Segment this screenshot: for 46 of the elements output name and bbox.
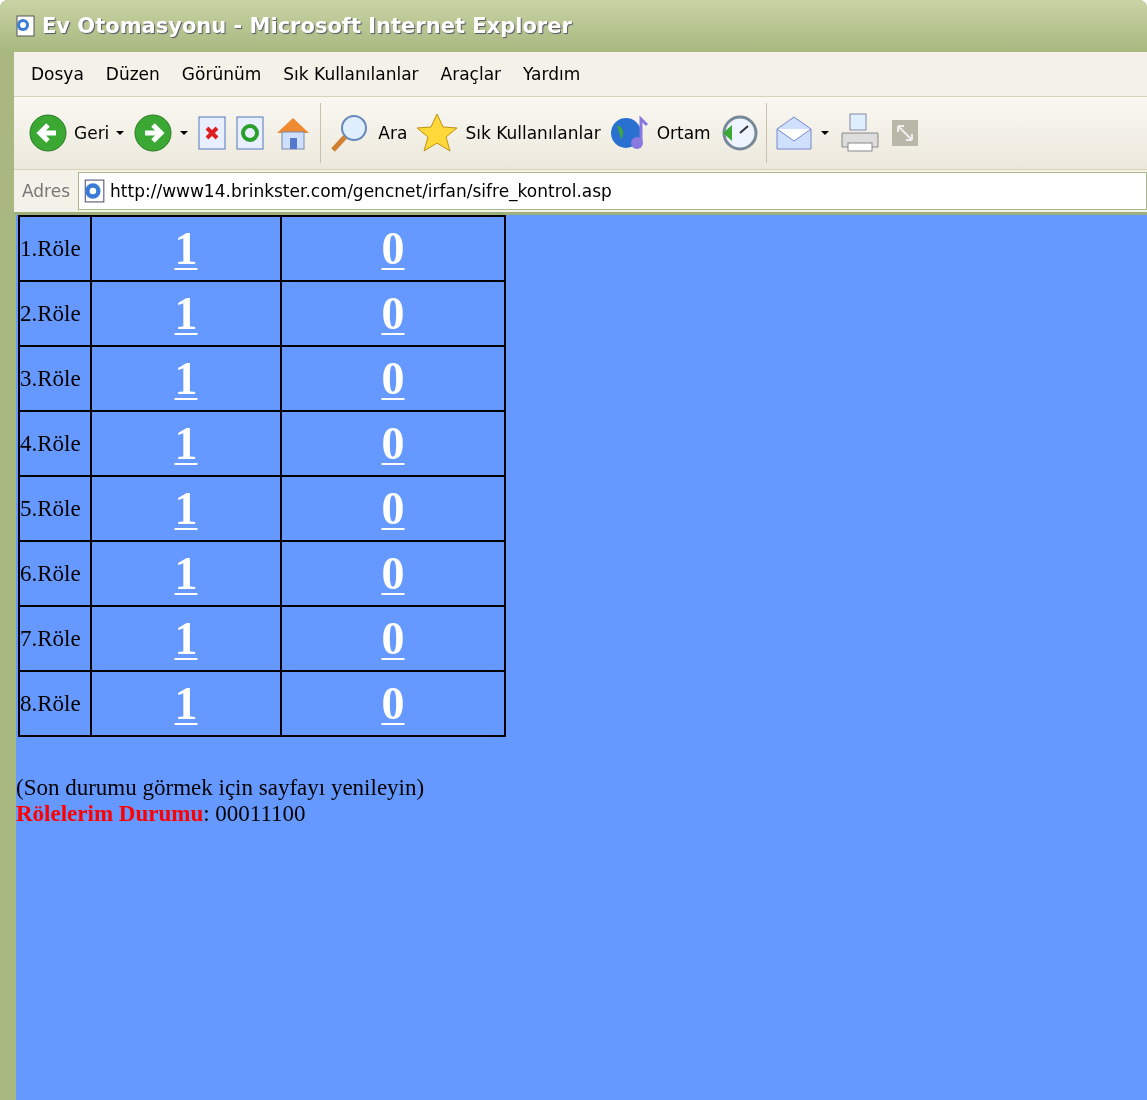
menu-item[interactable]: Düzen <box>94 64 171 84</box>
caret-icon <box>115 130 126 136</box>
menu-item[interactable]: Sık Kullanılanlar <box>272 64 430 84</box>
menu-item[interactable]: Yardım <box>512 64 592 84</box>
relay-name: 3.Röle <box>19 346 91 411</box>
on-link[interactable]: 1 <box>174 288 198 339</box>
favorites-button[interactable]: Sık Kullanılanlar <box>411 112 605 154</box>
caret-icon <box>179 130 190 136</box>
off-link[interactable]: 0 <box>381 548 405 599</box>
address-label: Adres <box>21 181 72 201</box>
on-link[interactable]: 1 <box>174 223 198 274</box>
relay-name: 6.Röle <box>19 541 91 606</box>
refresh-note: (Son durumu görmek için sayfayı yenileyin) <box>16 775 426 801</box>
relay-name: 8.Röle <box>19 671 91 736</box>
on-link[interactable]: 1 <box>174 353 198 404</box>
back-button[interactable]: Geri <box>24 113 130 153</box>
relay-name: 5.Röle <box>19 476 91 541</box>
menu-item[interactable]: Dosya <box>20 64 95 84</box>
off-link[interactable]: 0 <box>381 223 405 274</box>
relay-name: 1.Röle <box>19 216 91 281</box>
off-link[interactable]: 0 <box>381 288 405 339</box>
page-icon <box>82 179 107 203</box>
relay-name: 7.Röle <box>19 606 91 671</box>
menu-item[interactable]: Görünüm <box>170 64 273 84</box>
status-value: : 00011100 <box>203 801 306 826</box>
off-link[interactable]: 0 <box>381 483 405 534</box>
on-link[interactable]: 1 <box>174 613 198 664</box>
on-link[interactable]: 1 <box>174 678 198 729</box>
on-link[interactable]: 1 <box>174 418 198 469</box>
caret-icon <box>819 130 830 136</box>
off-link[interactable]: 0 <box>381 613 405 664</box>
off-link[interactable]: 0 <box>381 353 405 404</box>
on-link[interactable]: 1 <box>174 483 198 534</box>
off-link[interactable]: 0 <box>381 418 405 469</box>
window-title: Ev Otomasyonu - Microsoft Internet Explorer <box>42 14 572 38</box>
status-label: Rölelerim Durumu <box>16 801 204 826</box>
relay-name: 4.Röle <box>19 411 91 476</box>
relay-name: 2.Röle <box>19 281 91 346</box>
off-link[interactable]: 0 <box>381 678 405 729</box>
media-button[interactable]: Ortam <box>604 113 715 153</box>
search-button[interactable]: Ara <box>324 111 412 155</box>
menu-item[interactable]: Araçlar <box>429 64 513 84</box>
address-field[interactable]: http://www14.brinkster.com/gencnet/irfan/sifre_kontrol.asp <box>78 172 1147 210</box>
on-link[interactable]: 1 <box>174 548 198 599</box>
browser-icon <box>14 15 36 37</box>
star-icon <box>415 112 460 154</box>
